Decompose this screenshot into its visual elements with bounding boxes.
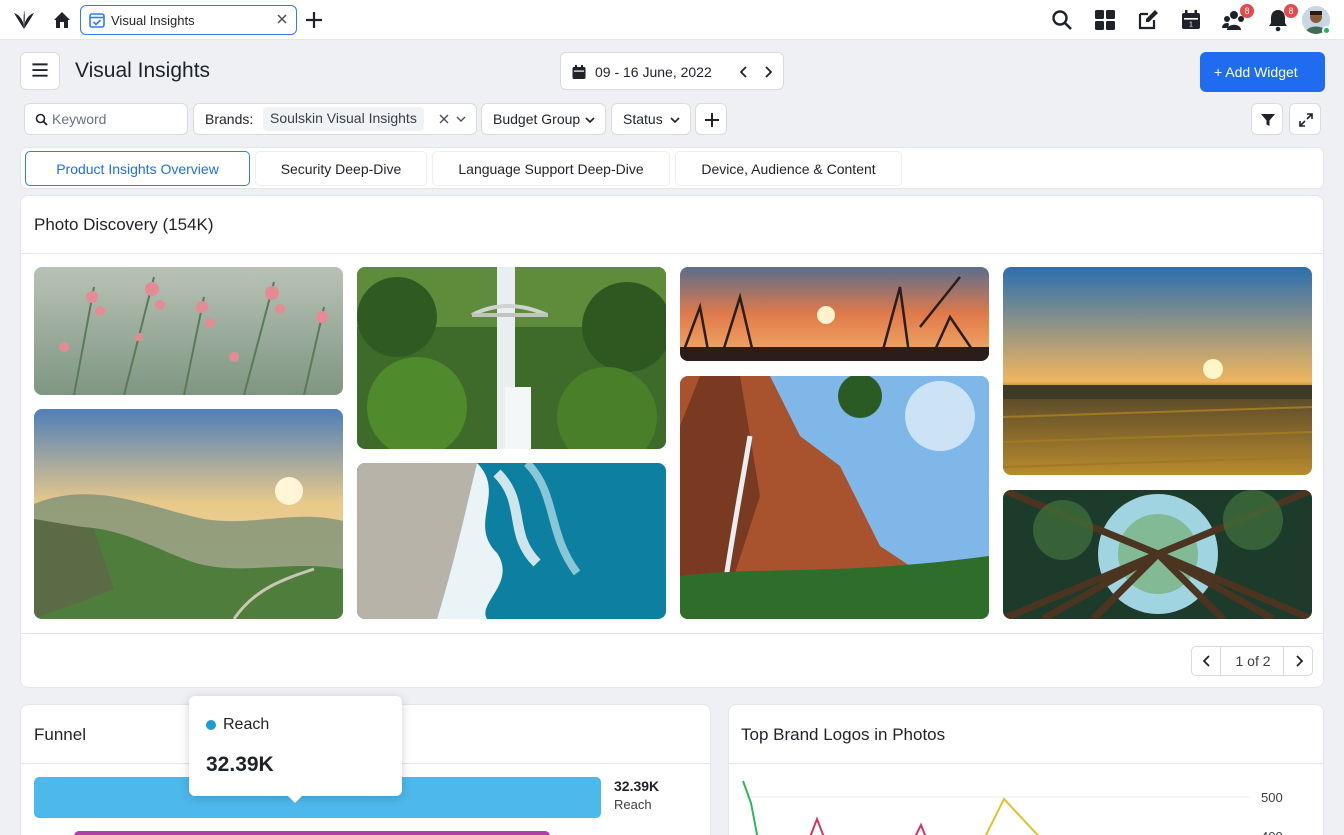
app-logo-icon[interactable]	[12, 9, 36, 31]
chevron-right-icon	[1296, 655, 1304, 667]
dashboard-tab-icon	[89, 13, 105, 28]
hamburger-icon	[32, 63, 48, 77]
tab-language-support-deep-dive[interactable]: Language Support Deep-Dive	[432, 151, 670, 186]
browser-tab-visual-insights[interactable]: Visual Insights	[80, 5, 297, 35]
photo-pink-wildflowers[interactable]	[34, 267, 343, 395]
series-line-red-2	[914, 822, 927, 835]
pager-next-button[interactable]	[1283, 647, 1312, 675]
logos-line-chart	[742, 780, 1249, 835]
budget-group-filter[interactable]: Budget Group	[481, 103, 606, 135]
tooltip-value: 32.39K	[206, 753, 274, 776]
tab-product-insights-overview[interactable]: Product Insights Overview	[25, 151, 250, 186]
photo-discovery-widget: Photo Discovery (154K) 1 of 2	[20, 195, 1324, 688]
series-line-red-1	[809, 816, 825, 835]
date-range-text: 09 - 16 June, 2022	[595, 64, 712, 80]
funnel-tooltip: Reach 32.39K	[189, 696, 402, 803]
photo-sunset-branches[interactable]	[680, 267, 989, 361]
keyword-placeholder: Keyword	[52, 111, 107, 127]
photo-wheat-field-sunset[interactable]	[1003, 267, 1312, 475]
svg-text:1: 1	[1189, 22, 1193, 29]
chevron-down-icon	[585, 117, 595, 124]
pager-prev-button[interactable]	[1192, 647, 1221, 675]
top-brand-logos-widget: Top Brand Logos in Photos 500 400	[728, 704, 1324, 835]
tooltip-series-dot	[206, 720, 216, 730]
add-filter-button[interactable]	[695, 103, 727, 135]
calendar-icon[interactable]: 1	[1179, 8, 1203, 32]
chevron-left-icon[interactable]	[736, 64, 752, 80]
people-badge: 8	[1240, 4, 1254, 18]
online-status-dot	[1322, 26, 1331, 35]
chevron-left-icon	[1202, 655, 1210, 667]
status-filter[interactable]: Status	[611, 103, 691, 135]
tooltip-series-name: Reach	[223, 716, 270, 733]
people-icon[interactable]: 8	[1222, 4, 1254, 32]
clear-icon[interactable]	[438, 113, 450, 125]
calendar-icon	[572, 65, 586, 79]
chevron-down-icon	[670, 117, 680, 124]
add-widget-button[interactable]: + Add Widget	[1200, 52, 1325, 92]
tab-security-deep-dive[interactable]: Security Deep-Dive	[255, 151, 427, 186]
photo-waterfall-bridge[interactable]	[357, 267, 666, 449]
add-widget-label: + Add Widget	[1214, 64, 1298, 80]
expand-button[interactable]	[1289, 103, 1321, 135]
series-line-green	[742, 780, 759, 835]
funnel-bar-label: Reach	[614, 797, 652, 812]
search-icon[interactable]	[1050, 8, 1074, 32]
bell-badge: 8	[1284, 4, 1298, 18]
series-line-yellow	[984, 797, 1040, 835]
dashboard-tabs: Product Insights Overview Security Deep-…	[20, 147, 1324, 189]
brand-chip: Soulskin Visual Insights	[263, 107, 424, 131]
funnel-bar-second[interactable]	[74, 831, 550, 835]
photo-red-canyon-waterfall[interactable]	[680, 376, 989, 619]
keyword-search-input[interactable]: Keyword	[24, 103, 188, 135]
photo-green-valley-sunrise[interactable]	[34, 409, 343, 619]
bell-icon[interactable]: 8	[1266, 4, 1298, 32]
expand-icon	[1299, 113, 1313, 127]
grid-apps-icon[interactable]	[1093, 8, 1117, 32]
close-icon[interactable]	[275, 12, 289, 26]
chevron-right-icon[interactable]	[760, 64, 776, 80]
menu-button[interactable]	[20, 52, 60, 90]
budget-group-label: Budget Group	[493, 111, 581, 127]
filter-button[interactable]	[1251, 103, 1283, 135]
chevron-down-icon[interactable]	[455, 113, 467, 125]
brands-filter-label: Brands:	[205, 111, 254, 127]
search-icon	[35, 113, 48, 126]
y-tick-500: 500	[1261, 790, 1283, 805]
tab-device-audience-content[interactable]: Device, Audience & Content	[675, 151, 902, 186]
date-range-picker[interactable]: 09 - 16 June, 2022	[560, 52, 784, 90]
status-filter-label: Status	[623, 111, 663, 127]
photo-forest-canopy[interactable]	[1003, 490, 1312, 619]
photo-pager: 1 of 2	[1191, 646, 1313, 676]
compose-icon[interactable]	[1136, 8, 1160, 32]
y-tick-400: 400	[1261, 829, 1283, 835]
funnel-title: Funnel	[34, 725, 86, 744]
widget-divider	[21, 253, 1323, 254]
funnel-bar-value: 32.39K	[614, 778, 660, 794]
brands-filter[interactable]: Brands: Soulskin Visual Insights	[193, 103, 477, 135]
pager-text: 1 of 2	[1235, 653, 1271, 669]
top-brand-logos-title: Top Brand Logos in Photos	[741, 725, 946, 744]
widget-footer-divider	[21, 633, 1323, 634]
page-title: Visual Insights	[75, 59, 211, 82]
funnel-filter-icon	[1261, 114, 1275, 126]
browser-tab-title: Visual Insights	[111, 13, 195, 28]
tooltip-arrow	[287, 795, 303, 803]
top-bar: Visual Insights 1 8 8	[0, 0, 1344, 40]
plus-icon	[705, 113, 719, 127]
photo-discovery-title: Photo Discovery (154K)	[34, 215, 214, 234]
home-icon[interactable]	[52, 10, 72, 30]
new-tab-plus-icon[interactable]	[304, 10, 324, 30]
photo-ocean-waves[interactable]	[357, 463, 666, 619]
